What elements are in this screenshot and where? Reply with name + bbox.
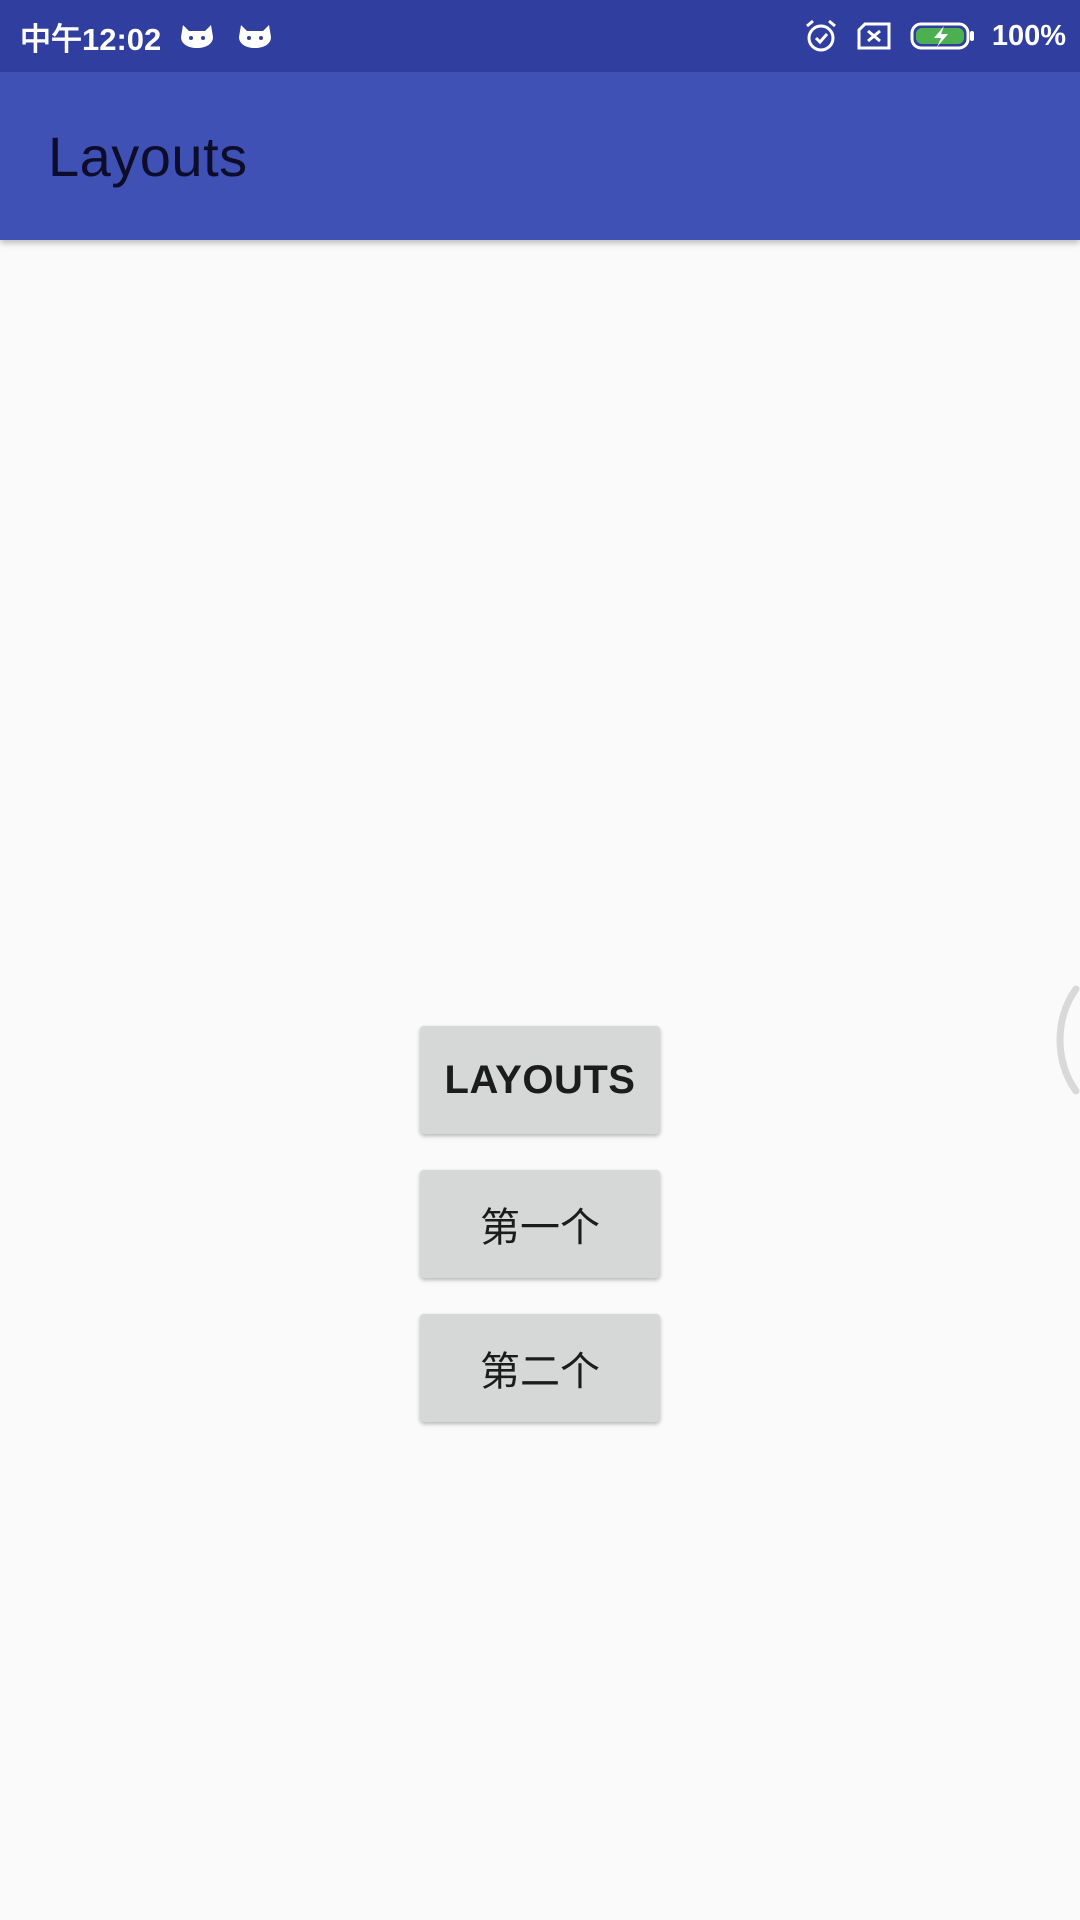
cat-notification-icon <box>179 23 215 49</box>
battery-charging-icon <box>910 21 976 51</box>
status-time: 中午12:02 <box>20 21 162 57</box>
status-right-icons: 100% <box>786 19 1066 53</box>
status-left-icons <box>179 23 295 49</box>
app-title: Layouts <box>48 124 248 188</box>
app-bar: Layouts <box>0 72 1080 240</box>
alarm-icon <box>804 19 838 53</box>
layouts-button[interactable]: LAYOUTS <box>420 1026 660 1134</box>
edge-swipe-handle[interactable] <box>1044 985 1080 1095</box>
screen: 中午12:02 100% Layouts LAYOUTS 第一个 第二个 <box>0 0 1080 1920</box>
no-sim-icon <box>856 22 892 50</box>
cat-notification-icon <box>237 23 273 49</box>
first-button[interactable]: 第一个 <box>420 1170 660 1278</box>
status-bar: 中午12:02 100% <box>0 0 1080 72</box>
battery-percent: 100% <box>991 19 1066 52</box>
second-button[interactable]: 第二个 <box>420 1314 660 1422</box>
